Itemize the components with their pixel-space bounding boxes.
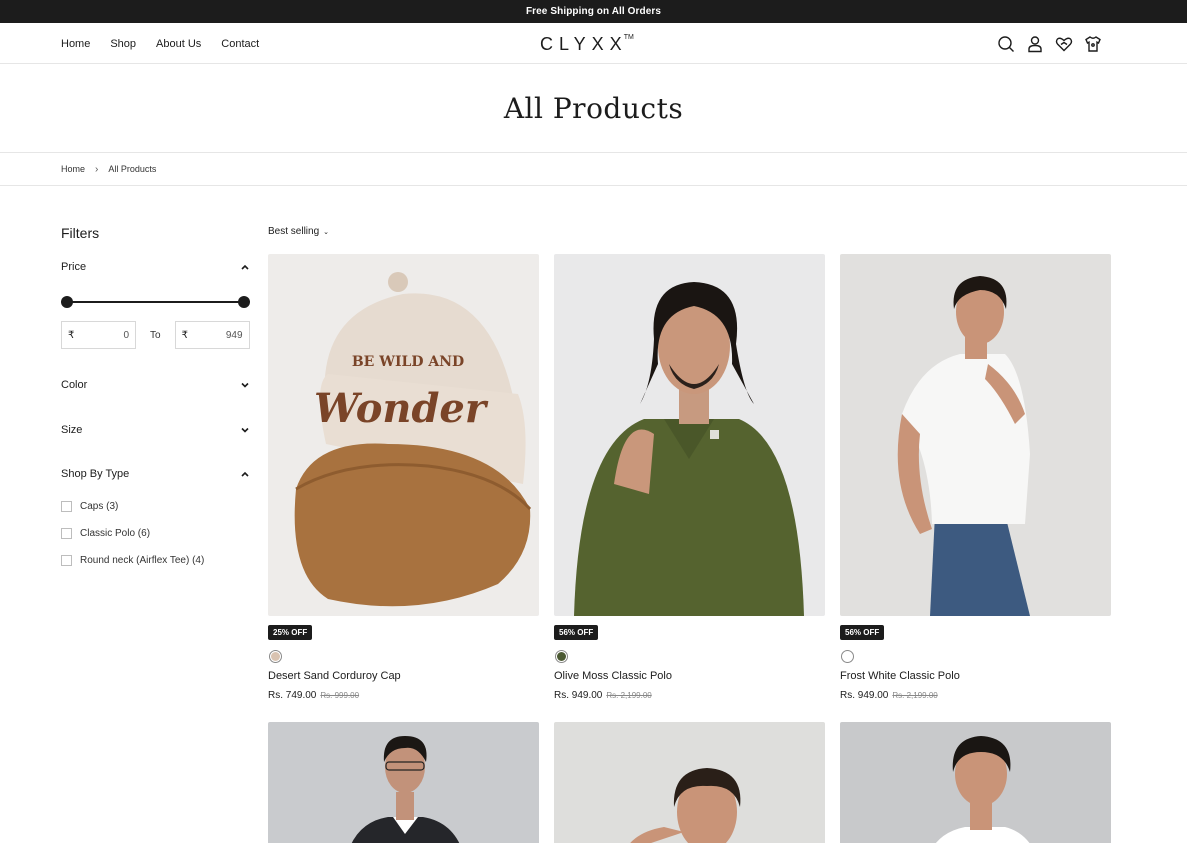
type-option-round-neck[interactable]: Round neck (Airflex Tee) (4) bbox=[61, 555, 250, 566]
checkbox[interactable] bbox=[61, 555, 72, 566]
product-card[interactable]: BE WILD AND Wonder 25% OFF Desert Sand C… bbox=[268, 254, 539, 701]
page-title-section: All Products bbox=[0, 64, 1187, 153]
type-option-classic-polo[interactable]: Classic Polo (6) bbox=[61, 528, 250, 539]
currency-symbol: ₹ bbox=[181, 329, 188, 341]
chevron-down-icon: ⌄ bbox=[323, 228, 330, 236]
color-swatch[interactable] bbox=[555, 650, 568, 663]
product-card[interactable]: 56% OFF Olive Moss Classic Polo Rs. 949.… bbox=[554, 254, 825, 701]
chevron-up-icon bbox=[240, 469, 250, 479]
logo-trademark: TM bbox=[623, 34, 634, 41]
breadcrumb-separator-icon: › bbox=[95, 163, 99, 175]
announcement-text: Free Shipping on All Orders bbox=[525, 6, 662, 17]
price-inputs: ₹ 0 To ₹ 949 bbox=[61, 321, 250, 349]
product-image[interactable] bbox=[840, 254, 1111, 616]
type-option-label: Classic Polo (6) bbox=[80, 528, 151, 539]
product-card[interactable] bbox=[840, 722, 1111, 843]
nav-about[interactable]: About Us bbox=[156, 38, 201, 50]
color-swatch[interactable] bbox=[269, 650, 282, 663]
filter-price-label: Price bbox=[61, 261, 87, 273]
product-image[interactable]: BE WILD AND Wonder bbox=[268, 254, 539, 616]
filters-title: Filters bbox=[61, 225, 100, 241]
discount-badge: 56% OFF bbox=[554, 625, 599, 640]
price-min-value: 0 bbox=[123, 329, 129, 341]
product-image[interactable] bbox=[554, 254, 825, 616]
cap-text-line1: BE WILD AND bbox=[352, 354, 464, 370]
breadcrumb: Home › All Products bbox=[0, 153, 1187, 186]
product-name[interactable]: Frost White Classic Polo bbox=[840, 670, 960, 682]
product-card[interactable] bbox=[554, 722, 825, 843]
wishlist-icon[interactable] bbox=[1054, 34, 1073, 53]
main-nav: Home Shop About Us Contact bbox=[61, 23, 279, 64]
chevron-up-icon bbox=[240, 262, 250, 272]
page-title: All Products bbox=[503, 91, 684, 125]
original-price: Rs. 999.00 bbox=[320, 691, 360, 700]
color-swatch[interactable] bbox=[841, 650, 854, 663]
price-min-handle[interactable] bbox=[61, 296, 73, 308]
filter-price-toggle[interactable]: Price bbox=[61, 261, 250, 273]
price-range-slider[interactable] bbox=[61, 295, 250, 309]
filter-color-toggle[interactable]: Color bbox=[61, 379, 250, 391]
checkbox[interactable] bbox=[61, 528, 72, 539]
site-header: Home Shop About Us Contact CLYXXTM bbox=[0, 23, 1187, 64]
sale-price: Rs. 949.00 bbox=[554, 690, 603, 701]
announcement-bar: Free Shipping on All Orders bbox=[0, 0, 1187, 23]
product-card[interactable]: 56% OFF Frost White Classic Polo Rs. 949… bbox=[840, 254, 1111, 701]
account-icon[interactable] bbox=[1025, 34, 1044, 53]
chevron-down-icon bbox=[240, 380, 250, 390]
nav-contact[interactable]: Contact bbox=[221, 38, 259, 50]
sale-price: Rs. 749.00 bbox=[268, 690, 317, 701]
sort-dropdown[interactable]: Best selling ⌄ bbox=[268, 226, 329, 237]
filter-size-toggle[interactable]: Size bbox=[61, 424, 250, 436]
sort-label: Best selling bbox=[268, 226, 320, 237]
original-price: Rs. 2,199.00 bbox=[892, 691, 938, 700]
product-image[interactable] bbox=[840, 722, 1111, 843]
product-name[interactable]: Desert Sand Corduroy Cap bbox=[268, 670, 401, 682]
price-max-input[interactable]: ₹ 949 bbox=[174, 321, 250, 349]
discount-badge: 25% OFF bbox=[268, 625, 313, 640]
type-option-label: Round neck (Airflex Tee) (4) bbox=[80, 555, 205, 566]
chevron-down-icon bbox=[240, 425, 250, 435]
price-min-input[interactable]: ₹ 0 bbox=[61, 321, 136, 349]
product-name[interactable]: Olive Moss Classic Polo bbox=[554, 670, 672, 682]
price-to-label: To bbox=[150, 329, 161, 341]
sale-price: Rs. 949.00 bbox=[840, 690, 889, 701]
brand-logo[interactable]: CLYXXTM bbox=[540, 34, 638, 55]
checkbox[interactable] bbox=[61, 501, 72, 512]
price-range-track bbox=[67, 301, 244, 303]
type-option-label: Caps (3) bbox=[80, 501, 119, 512]
logo-text: CLYXX bbox=[540, 34, 628, 54]
discount-badge: 56% OFF bbox=[840, 625, 885, 640]
product-price: Rs. 949.00 Rs. 2,199.00 bbox=[554, 690, 652, 701]
search-icon[interactable] bbox=[996, 34, 1015, 53]
filter-type-toggle[interactable]: Shop By Type bbox=[61, 468, 250, 480]
swatch-fill bbox=[843, 652, 852, 661]
header-icons bbox=[996, 23, 1102, 64]
filter-size-label: Size bbox=[61, 424, 83, 436]
original-price: Rs. 2,199.00 bbox=[606, 691, 652, 700]
nav-home[interactable]: Home bbox=[61, 38, 90, 50]
cap-text-line2: Wonder bbox=[314, 385, 489, 432]
product-image[interactable] bbox=[268, 722, 539, 843]
product-image[interactable] bbox=[554, 722, 825, 843]
price-max-handle[interactable] bbox=[238, 296, 250, 308]
swatch-fill bbox=[557, 652, 566, 661]
filter-type-label: Shop By Type bbox=[61, 468, 130, 480]
product-card[interactable] bbox=[268, 722, 539, 843]
cart-icon[interactable] bbox=[1083, 34, 1102, 53]
swatch-fill bbox=[271, 652, 280, 661]
breadcrumb-home[interactable]: Home bbox=[61, 164, 85, 174]
type-option-caps[interactable]: Caps (3) bbox=[61, 501, 250, 512]
currency-symbol: ₹ bbox=[68, 329, 75, 341]
price-max-value: 949 bbox=[225, 329, 243, 341]
nav-shop[interactable]: Shop bbox=[110, 38, 136, 50]
product-price: Rs. 949.00 Rs. 2,199.00 bbox=[840, 690, 938, 701]
filters-sidebar: Filters Price ₹ 0 To ₹ 949 Color Size Sh… bbox=[61, 225, 250, 566]
product-price: Rs. 749.00 Rs. 999.00 bbox=[268, 690, 359, 701]
breadcrumb-current: All Products bbox=[108, 164, 157, 174]
filter-color-label: Color bbox=[61, 379, 88, 391]
